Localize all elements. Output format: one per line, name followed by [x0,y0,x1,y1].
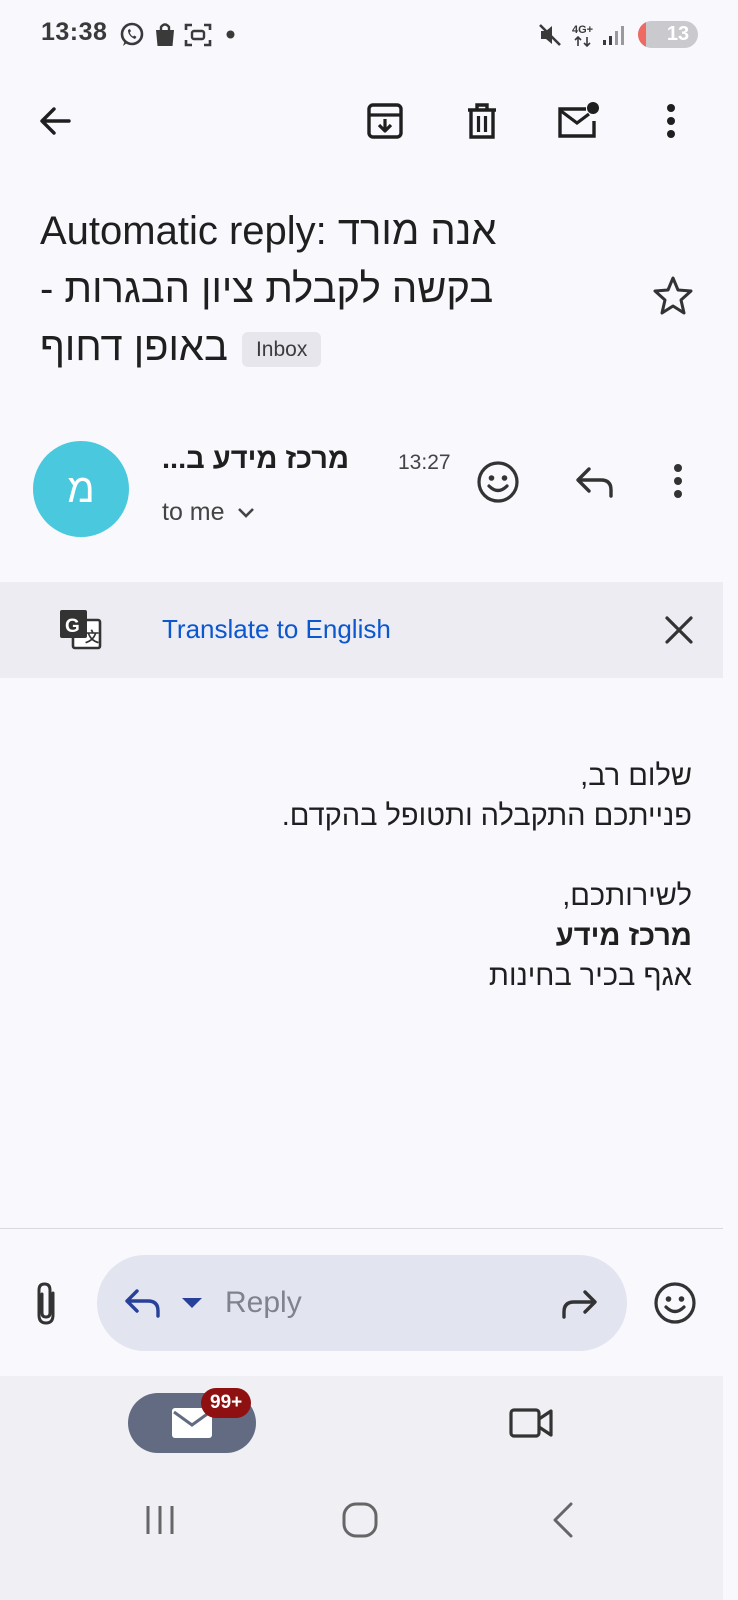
body-greeting: שלום רב, [580,760,692,792]
close-icon [665,616,693,644]
body-signoff: לשירותכם, [562,880,692,912]
shopping-bag-icon [153,22,177,48]
add-reaction-button[interactable] [476,460,520,504]
screenshot-icon [184,22,212,48]
reply-placeholder[interactable]: Reply [225,1286,302,1320]
archive-icon [367,103,403,139]
dot-icon [226,30,235,39]
body-sender: מרכז מידע [555,920,692,952]
back-arrow-icon [40,107,71,135]
more-vert-icon [667,104,675,138]
chevron-down-icon [237,507,254,518]
unread-badge: 99+ [201,1388,252,1418]
star-button[interactable] [652,274,694,316]
home-icon [342,1502,378,1538]
recent-apps-button[interactable] [143,1503,177,1537]
inbox-label[interactable]: Inbox [241,331,322,367]
svg-text:4G+: 4G+ [572,24,593,36]
recipient-text: to me [162,498,225,526]
signal-icon [601,22,627,48]
back-button[interactable] [27,93,83,149]
subject-line-3-text: באופן דחוף [40,325,228,369]
reply-mode-button[interactable] [124,1286,214,1322]
attach-button[interactable] [31,1281,61,1327]
home-button[interactable] [341,1501,379,1539]
video-camera-icon [509,1408,553,1438]
mark-unread-icon [558,102,599,138]
attachment-icon [37,1282,55,1325]
svg-text:文: 文 [85,629,100,646]
recipient-details[interactable]: to me [162,498,255,527]
sender-name[interactable]: מרכז מידע ב... [162,443,349,476]
delete-icon [468,103,496,139]
reply-icon [576,467,613,498]
email-subject: Automatic reply: אנה מורד בקשה לקבלת ציו… [40,202,620,376]
reply-button[interactable] [575,465,615,499]
whatsapp-icon [119,22,145,48]
reply-icon [125,1289,202,1318]
4g-plus-icon: 4G+ [571,23,597,49]
archive-button[interactable] [357,93,413,149]
forward-icon [562,1290,597,1319]
forward-button[interactable] [560,1288,598,1320]
message-more-button[interactable] [673,463,683,499]
close-translate-button[interactable] [663,614,695,646]
subject-line-3: באופן דחוף Inbox [40,318,620,376]
mark-unread-button[interactable] [550,93,606,149]
body-line-1: פנייתכם התקבלה ותטופל בהקדם. [281,800,692,832]
more-options-button[interactable] [643,93,699,149]
email-body: שלום רב, פנייתכם התקבלה ותטופל בהקדם. לש… [72,756,692,996]
sent-time: 13:27 [398,451,451,474]
system-back-button[interactable] [551,1501,575,1539]
battery-level: 13 [666,23,690,45]
translate-icon: G文 [58,608,102,652]
status-time: 13:38 [41,18,108,46]
subject-line-1: Automatic reply: אנה מורד [40,209,497,253]
sender-avatar[interactable]: מ [33,441,129,537]
translate-link[interactable]: Translate to English [162,614,391,645]
more-vert-icon [674,464,682,498]
body-department: אגף בכיר בחינות [488,960,692,992]
subject-line-2: בקשה לקבלת ציון הבגרות - [40,267,494,311]
delete-button[interactable] [454,93,510,149]
recents-icon [146,1506,174,1534]
battery-indicator: 13 [638,21,698,48]
star-icon [653,276,693,315]
back-chevron-icon [553,1502,573,1538]
divider [0,1228,723,1229]
emoji-icon [654,1282,696,1324]
nav-meet-tab[interactable] [508,1405,554,1441]
svg-text:G: G [65,616,80,637]
bottom-nav [0,1376,723,1600]
emoji-reply-button[interactable] [653,1281,697,1325]
emoji-icon [477,461,519,503]
mute-icon [537,22,563,48]
